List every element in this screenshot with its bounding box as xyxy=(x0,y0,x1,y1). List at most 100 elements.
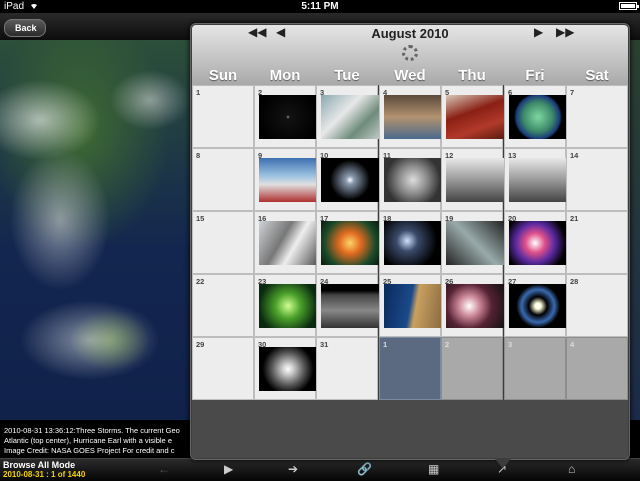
link-icon[interactable]: 🔗 xyxy=(357,462,372,476)
battery-icon xyxy=(619,2,639,10)
calendar-day-cell[interactable]: 1 xyxy=(192,85,254,148)
day-number: 15 xyxy=(196,214,205,223)
day-number: 28 xyxy=(570,277,579,286)
day-number: 21 xyxy=(570,214,579,223)
calendar-day-cell[interactable]: 2 xyxy=(254,85,317,148)
calendar-day-cell[interactable]: 17 xyxy=(316,211,379,274)
calendar-day-cell[interactable]: 19 xyxy=(441,211,504,274)
satellite-image[interactable] xyxy=(0,40,190,420)
calendar-day-cell[interactable]: 28 xyxy=(566,274,628,337)
prev-year-icon[interactable]: ◀◀ xyxy=(248,25,266,39)
day-number: 14 xyxy=(570,151,579,160)
calendar-day-cell[interactable]: 27 xyxy=(504,274,567,337)
play-icon[interactable]: ▶ xyxy=(224,462,233,476)
day-number: 8 xyxy=(196,151,201,160)
day-thumbnail-image[interactable] xyxy=(259,221,317,265)
image-caption: 2010-08-31 13:36:12:Three Storms. The cu… xyxy=(0,424,190,458)
day-thumbnail-image[interactable] xyxy=(509,95,567,139)
calendar-grid: 1 2 3 4 5 6 7 8 9 10 11 12 13 14 15 16 17 18 19 20 21 22 23 24 2… xyxy=(192,85,628,400)
day-thumbnail-image[interactable] xyxy=(321,284,379,328)
day-number: 1 xyxy=(383,340,388,349)
day-thumbnail-image[interactable] xyxy=(446,158,504,202)
day-thumbnail-image[interactable] xyxy=(509,158,567,202)
day-thumbnail-image[interactable] xyxy=(509,284,567,328)
bottom-toolbar: Browse All Mode 2010-08-31 : 1 of 1440 ←… xyxy=(0,458,640,481)
calendar-day-cell[interactable]: 7 xyxy=(566,85,628,148)
calendar-day-cell[interactable]: 13 xyxy=(504,148,567,211)
arrow-left-icon[interactable]: ← xyxy=(158,462,170,476)
calendar-day-cell[interactable]: 30 xyxy=(254,337,317,400)
calendar-day-cell[interactable]: 20 xyxy=(504,211,567,274)
calendar-day-cell[interactable]: 16 xyxy=(254,211,317,274)
loading-spinner-icon xyxy=(402,45,418,61)
day-thumbnail-image[interactable] xyxy=(509,221,567,265)
calendar-day-cell[interactable]: 3 xyxy=(316,85,379,148)
calendar-day-cell[interactable]: 10 xyxy=(316,148,379,211)
calendar-day-cell[interactable]: 9 xyxy=(254,148,317,211)
calendar-day-cell[interactable]: 3 xyxy=(504,337,566,400)
calendar-day-cell[interactable]: 11 xyxy=(379,148,442,211)
weekday-label: Thu xyxy=(458,67,486,84)
day-thumbnail-image[interactable] xyxy=(446,221,504,265)
caption-line: 2010-08-31 13:36:12:Three Storms. The cu… xyxy=(4,426,180,435)
day-number: 7 xyxy=(570,88,575,97)
day-thumbnail-image[interactable] xyxy=(446,284,504,328)
calendar-icon[interactable]: ▦ xyxy=(428,462,439,476)
calendar-day-cell[interactable]: 4 xyxy=(566,337,628,400)
home-icon[interactable]: ⌂ xyxy=(568,462,575,476)
calendar-header: August 2010 ◀◀ ◀ ▶ ▶▶ Sun Mon Tue Wed Th… xyxy=(192,25,628,85)
calendar-footer xyxy=(192,400,628,458)
day-number: 3 xyxy=(508,340,513,349)
back-button[interactable]: Back xyxy=(4,19,46,37)
calendar-day-cell[interactable]: 23 xyxy=(254,274,317,337)
calendar-day-cell[interactable]: 29 xyxy=(192,337,254,400)
weekday-label: Fri xyxy=(525,67,545,84)
day-thumbnail-image[interactable] xyxy=(321,95,379,139)
calendar-day-cell[interactable]: 31 xyxy=(316,337,378,400)
prev-month-icon[interactable]: ◀ xyxy=(276,25,285,39)
calendar-day-cell[interactable]: 12 xyxy=(441,148,504,211)
calendar-day-cell[interactable]: 8 xyxy=(192,148,254,211)
day-thumbnail-image[interactable] xyxy=(384,95,442,139)
day-thumbnail-image[interactable] xyxy=(321,158,379,202)
day-thumbnail-image[interactable] xyxy=(259,347,317,391)
popover-arrow xyxy=(494,458,512,468)
calendar-day-cell[interactable]: 5 xyxy=(441,85,504,148)
calendar-day-cell[interactable]: 25 xyxy=(379,274,442,337)
calendar-day-cell[interactable]: 15 xyxy=(192,211,254,274)
day-number: 31 xyxy=(320,340,329,349)
calendar-day-cell[interactable]: 1 xyxy=(379,337,441,400)
day-number: 4 xyxy=(570,340,575,349)
mode-info: 2010-08-31 : 1 of 1440 xyxy=(3,470,86,479)
next-year-icon[interactable]: ▶▶ xyxy=(556,25,574,39)
calendar-day-cell[interactable]: 22 xyxy=(192,274,254,337)
calendar-day-cell[interactable]: 14 xyxy=(566,148,628,211)
next-month-icon[interactable]: ▶ xyxy=(534,25,543,39)
caption-line: Atlantic (top center), Hurricane Earl wi… xyxy=(4,436,172,445)
day-thumbnail-image[interactable] xyxy=(259,95,317,139)
calendar-day-cell[interactable]: 24 xyxy=(316,274,379,337)
day-thumbnail-image[interactable] xyxy=(384,221,442,265)
day-thumbnail-image[interactable] xyxy=(259,284,317,328)
day-thumbnail-image[interactable] xyxy=(321,221,379,265)
calendar-day-cell[interactable]: 6 xyxy=(504,85,567,148)
calendar-day-cell[interactable]: 26 xyxy=(441,274,504,337)
day-number: 2 xyxy=(445,340,450,349)
day-number: 1 xyxy=(196,88,201,97)
weekday-label: Wed xyxy=(394,67,426,84)
day-thumbnail-image[interactable] xyxy=(384,158,442,202)
day-thumbnail-image[interactable] xyxy=(384,284,442,328)
arrow-right-icon[interactable]: ➔ xyxy=(288,462,298,476)
weekday-label: Sat xyxy=(585,67,609,84)
calendar-day-cell[interactable]: 2 xyxy=(441,337,503,400)
day-thumbnail-image[interactable] xyxy=(446,95,504,139)
calendar-day-cell[interactable]: 4 xyxy=(379,85,442,148)
calendar-day-cell[interactable]: 18 xyxy=(379,211,442,274)
status-bar: iPad 5:11 PM xyxy=(0,0,640,13)
day-thumbnail-image[interactable] xyxy=(259,158,317,202)
weekday-label: Sun xyxy=(208,67,238,84)
weekday-label: Tue xyxy=(334,67,360,84)
status-time: 5:11 PM xyxy=(301,1,339,12)
caption-line: Image Credit: NASA GOES Project For cred… xyxy=(4,446,175,455)
calendar-day-cell[interactable]: 21 xyxy=(566,211,628,274)
